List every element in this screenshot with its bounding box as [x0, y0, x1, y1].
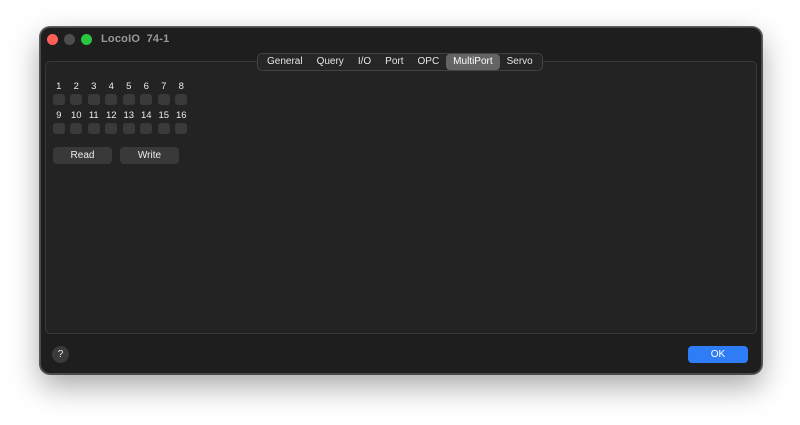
zoom-window-button[interactable]	[81, 34, 92, 45]
port-number-label: 12	[105, 110, 117, 121]
read-button[interactable]: Read	[53, 147, 112, 164]
port-row-2: 9 10 11 12 13 14 15 16	[50, 109, 190, 134]
port-number-label: 10	[70, 110, 82, 121]
port-cell: 10	[68, 109, 86, 134]
port-cell: 8	[173, 80, 191, 105]
port-checkbox[interactable]	[52, 94, 65, 105]
port-checkbox[interactable]	[87, 123, 100, 134]
port-cell: 11	[85, 109, 103, 134]
port-number-label: 9	[56, 110, 62, 121]
close-window-button[interactable]	[47, 34, 58, 45]
tab-servo[interactable]: Servo	[500, 54, 540, 70]
port-cell: 6	[138, 80, 156, 105]
port-number-label: 7	[161, 81, 167, 92]
port-cell: 3	[85, 80, 103, 105]
port-number-label: 11	[88, 110, 99, 121]
port-number-label: 2	[73, 81, 79, 92]
tab-query[interactable]: Query	[310, 54, 351, 70]
minimize-window-button[interactable]	[64, 34, 75, 45]
port-checkbox[interactable]	[140, 123, 153, 134]
port-cell: 14	[138, 109, 156, 134]
port-cell: 4	[103, 80, 121, 105]
port-number-label: 4	[108, 81, 114, 92]
port-checkbox[interactable]	[175, 123, 188, 134]
port-checkbox[interactable]	[70, 94, 83, 105]
port-checkbox[interactable]	[105, 94, 118, 105]
port-number-label: 8	[178, 81, 184, 92]
port-number-label: 16	[175, 110, 187, 121]
port-checkbox[interactable]	[122, 123, 135, 134]
tab-multiport[interactable]: MultiPort	[446, 54, 500, 70]
locoio-window: LocoIO 74-1 General Query I/O Port OPC M…	[40, 27, 762, 374]
port-checkbox[interactable]	[70, 123, 83, 134]
port-checkbox[interactable]	[52, 123, 65, 134]
port-checkbox[interactable]	[175, 94, 188, 105]
tab-general[interactable]: General	[260, 54, 310, 70]
port-cell: 15	[155, 109, 173, 134]
port-row-1: 1 2 3 4 5 6 7 8	[50, 80, 190, 105]
port-checkbox[interactable]	[157, 94, 170, 105]
port-cell: 2	[68, 80, 86, 105]
port-cell: 16	[173, 109, 191, 134]
ok-button[interactable]: OK	[688, 346, 748, 363]
tab-io[interactable]: I/O	[351, 54, 378, 70]
tab-port[interactable]: Port	[378, 54, 410, 70]
port-cell: 12	[103, 109, 121, 134]
port-cell: 1	[50, 80, 68, 105]
port-grid: 1 2 3 4 5 6 7 8 9 10 11 12 13 14 15 16	[50, 80, 190, 138]
write-button[interactable]: Write	[120, 147, 179, 164]
tab-bar: General Query I/O Port OPC MultiPort Ser…	[257, 53, 543, 71]
port-cell: 13	[120, 109, 138, 134]
port-number-label: 15	[158, 110, 170, 121]
title-bar[interactable]: LocoIO 74-1	[41, 28, 761, 52]
port-number-label: 1	[56, 81, 62, 92]
port-number-label: 3	[91, 81, 97, 92]
port-checkbox[interactable]	[87, 94, 100, 105]
port-checkbox[interactable]	[140, 94, 153, 105]
tab-opc[interactable]: OPC	[411, 54, 447, 70]
help-button[interactable]: ?	[52, 346, 69, 363]
port-number-label: 14	[140, 110, 152, 121]
port-cell: 9	[50, 109, 68, 134]
port-checkbox[interactable]	[122, 94, 135, 105]
port-number-label: 5	[126, 81, 132, 92]
port-number-label: 6	[143, 81, 149, 92]
window-title: LocoIO 74-1	[101, 33, 170, 45]
port-checkbox[interactable]	[157, 123, 170, 134]
port-cell: 7	[155, 80, 173, 105]
port-cell: 5	[120, 80, 138, 105]
port-checkbox[interactable]	[105, 123, 118, 134]
port-number-label: 13	[123, 110, 135, 121]
